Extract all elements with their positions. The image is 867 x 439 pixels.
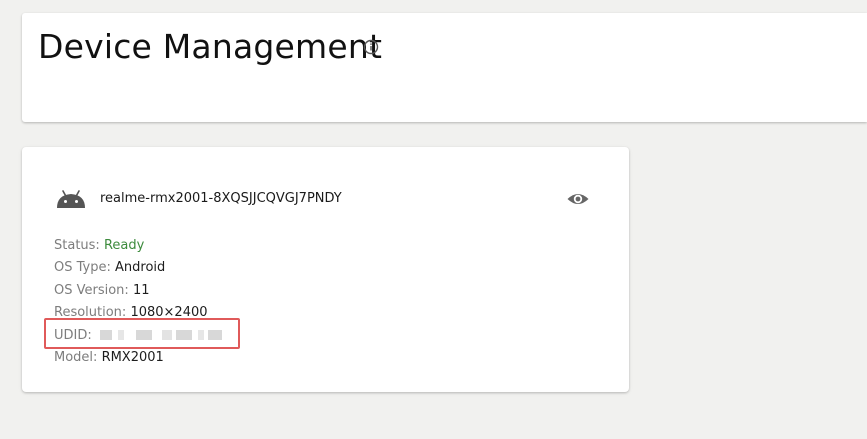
model-value: RMX2001 bbox=[101, 349, 164, 365]
eye-icon[interactable] bbox=[566, 188, 590, 210]
os-type-value: Android bbox=[115, 260, 166, 276]
status-value: Ready bbox=[103, 238, 145, 253]
os-type-row: OS Type: Android bbox=[54, 257, 226, 279]
os-version-value: 11 bbox=[132, 282, 150, 298]
status-row: Status: Ready bbox=[54, 235, 226, 257]
page-title: Device Management bbox=[38, 27, 383, 66]
udid-highlight-box bbox=[44, 318, 240, 349]
os-version-label: OS Version: bbox=[54, 282, 129, 298]
status-label: Status: bbox=[54, 238, 100, 253]
model-label: Model: bbox=[54, 349, 98, 365]
model-row: Model: RMX2001 bbox=[54, 347, 226, 369]
os-type-label: OS Type: bbox=[54, 260, 111, 276]
device-card[interactable]: realme-rmx2001-8XQSJJCQVGJ7PNDY Status: … bbox=[22, 147, 629, 392]
page-header-card: Device Management bbox=[22, 13, 867, 122]
device-properties: Status: Ready OS Type: Android OS Versio… bbox=[54, 235, 226, 369]
device-name[interactable]: realme-rmx2001-8XQSJJCQVGJ7PNDY bbox=[100, 191, 342, 206]
os-version-row: OS Version: 11 bbox=[54, 280, 226, 302]
info-circle-icon[interactable] bbox=[363, 39, 379, 55]
android-icon bbox=[57, 190, 85, 208]
